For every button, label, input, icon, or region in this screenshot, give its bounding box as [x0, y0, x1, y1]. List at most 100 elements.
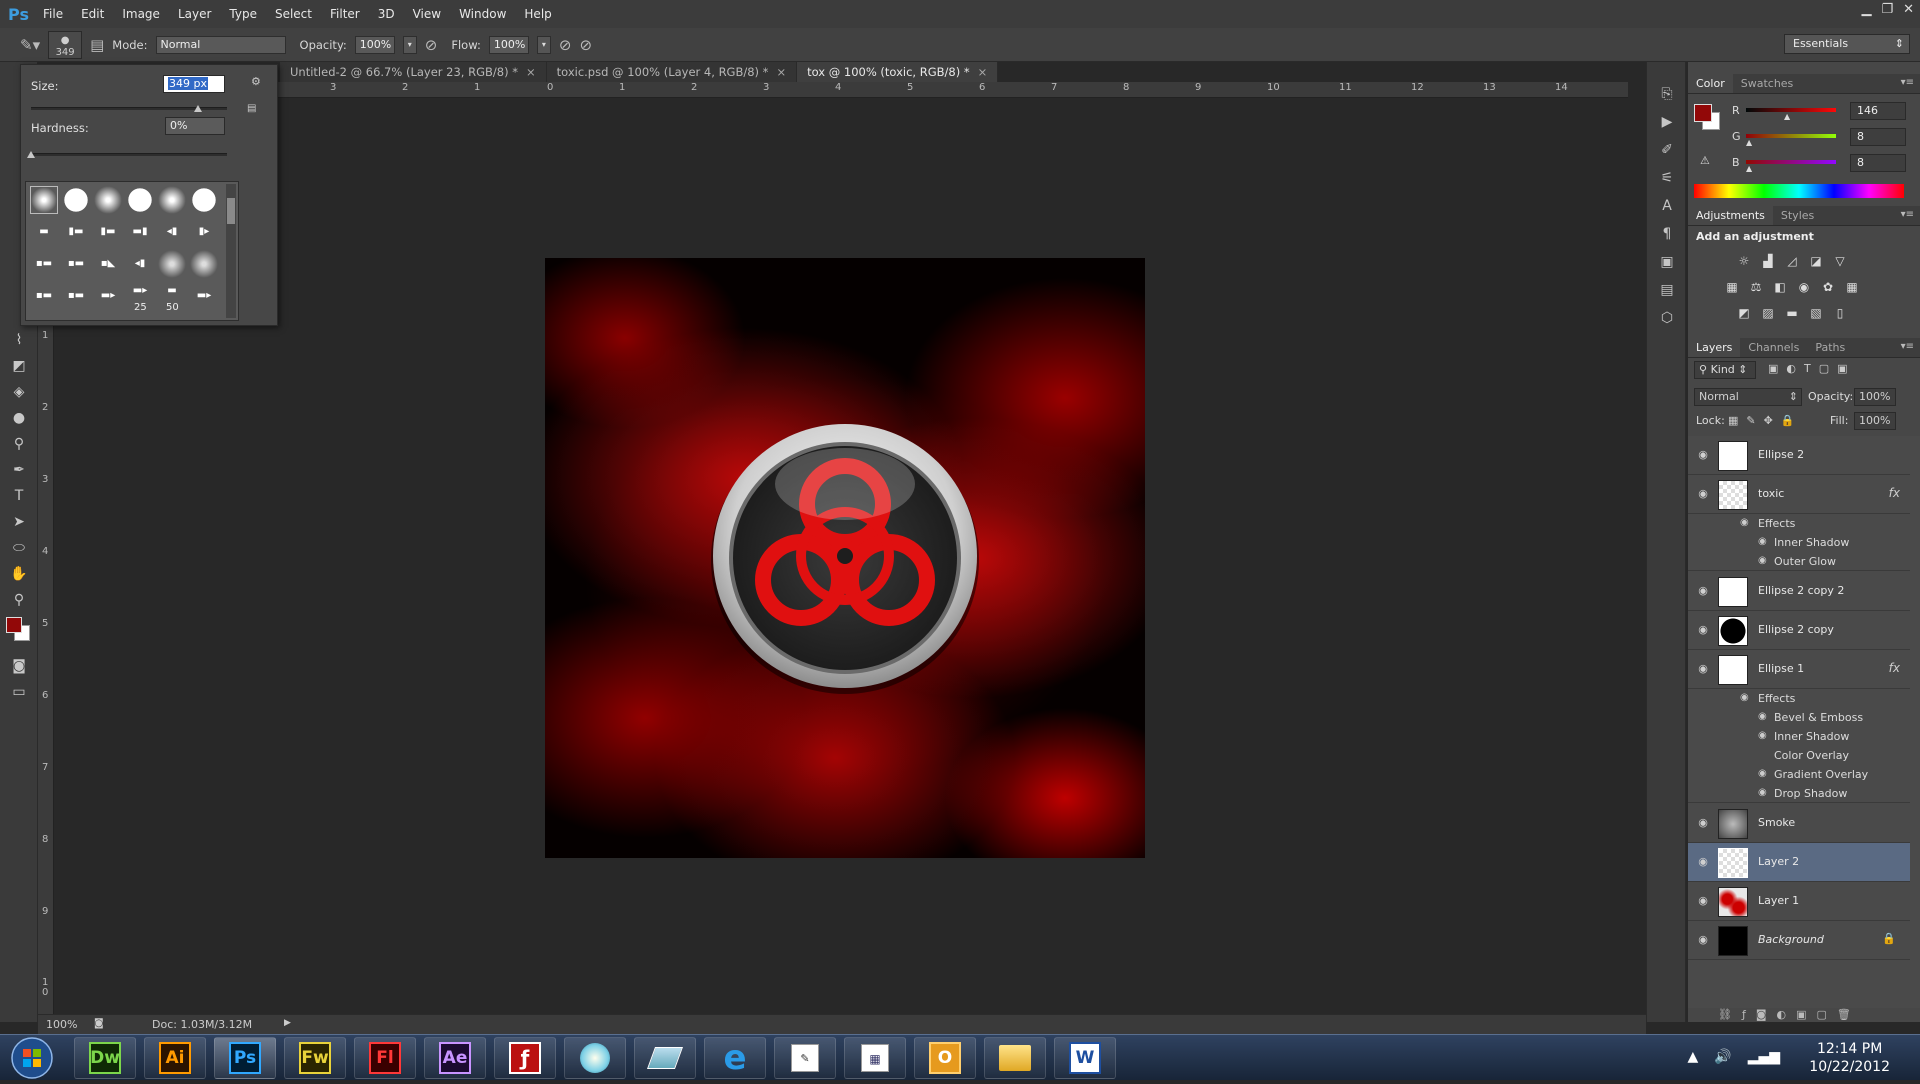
volume-icon[interactable]: 🔊: [1714, 1049, 1731, 1065]
pressure-opacity-icon[interactable]: ⊘: [425, 36, 438, 54]
flow-dropdown-icon[interactable]: ▾: [536, 35, 551, 54]
levels-icon[interactable]: ▟: [1760, 254, 1776, 268]
tab-toxic-psd[interactable]: toxic.psd @ 100% (Layer 4, RGB/8) * ×: [546, 62, 798, 82]
zoom-level[interactable]: 100%: [46, 1018, 77, 1031]
effect-row[interactable]: ◉ Outer Glow: [1688, 552, 1910, 571]
foreground-swatch[interactable]: [1694, 104, 1712, 122]
layer-row[interactable]: ◉ Ellipse 2 copy 2: [1688, 572, 1910, 611]
opacity-input[interactable]: 100%: [354, 35, 395, 54]
hardness-slider[interactable]: [31, 153, 227, 156]
zoom-icon[interactable]: ⚲: [0, 587, 38, 613]
visibility-eye-icon[interactable]: ◉: [1758, 787, 1767, 798]
flat-brush[interactable]: ◂▮: [126, 250, 154, 278]
close-icon[interactable]: ✕: [1903, 2, 1914, 17]
soft-round-brush[interactable]: [94, 186, 122, 214]
taskbar-dreamweaver[interactable]: Dw: [74, 1037, 136, 1079]
visibility-eye-icon[interactable]: ◉: [1696, 584, 1710, 598]
menu-view[interactable]: View: [404, 0, 450, 28]
layer-row[interactable]: ◉ Layer 2: [1688, 843, 1910, 882]
layer-row[interactable]: ◉ Layer 1: [1688, 882, 1910, 921]
tab-color[interactable]: Color: [1688, 74, 1733, 93]
layer-row[interactable]: ◉ Smoke: [1688, 804, 1910, 843]
texture-brush[interactable]: ▬▸: [190, 282, 218, 310]
taskbar-filezilla[interactable]: ƒ: [494, 1037, 556, 1079]
blue-value[interactable]: 8: [1850, 154, 1906, 172]
soft-round-brush[interactable]: [30, 186, 58, 214]
path-selection-icon[interactable]: ➤: [0, 509, 38, 535]
layer-comps-icon[interactable]: ▣: [1647, 248, 1687, 276]
menu-edit[interactable]: Edit: [72, 0, 113, 28]
visibility-eye-icon[interactable]: ◉: [1740, 517, 1749, 528]
blur-icon[interactable]: ●: [0, 405, 38, 431]
taskbar-outlook[interactable]: O: [914, 1037, 976, 1079]
visibility-eye-icon[interactable]: ◉: [1740, 692, 1749, 703]
close-icon[interactable]: ×: [776, 65, 786, 79]
color-spectrum-ramp[interactable]: [1694, 184, 1904, 198]
tab-untitled-2[interactable]: Untitled-2 @ 66.7% (Layer 23, RGB/8) * ×: [280, 62, 547, 82]
panel-menu-icon[interactable]: ▾≡: [1901, 77, 1914, 88]
visibility-eye-icon[interactable]: ◉: [1696, 487, 1710, 501]
taskbar-calendar[interactable]: ▦: [844, 1037, 906, 1079]
hardness-slider-knob[interactable]: [27, 151, 35, 158]
calligraphic-brush[interactable]: ▬▮: [126, 218, 154, 246]
threshold-icon[interactable]: ▬: [1784, 306, 1800, 320]
visibility-eye-icon[interactable]: ◉: [1696, 855, 1710, 869]
paragraph-icon[interactable]: ¶: [1647, 220, 1687, 248]
layer-row[interactable]: ◉ Ellipse 1 fx: [1688, 650, 1910, 689]
effect-row[interactable]: ◉ Inner Shadow: [1688, 727, 1910, 746]
opacity-dropdown-icon[interactable]: ▾: [402, 35, 417, 54]
layer-row[interactable]: ◉ toxic fx: [1688, 475, 1910, 514]
visibility-eye-icon[interactable]: ◉: [1696, 933, 1710, 947]
system-clock[interactable]: 12:14 PM 10/22/2012: [1809, 1040, 1890, 1076]
menu-select[interactable]: Select: [266, 0, 321, 28]
pen-icon[interactable]: ✒: [0, 457, 38, 483]
calligraphic-brush[interactable]: ▮▬: [62, 218, 90, 246]
soft-round-brush[interactable]: [158, 186, 186, 214]
menu-image[interactable]: Image: [113, 0, 169, 28]
taskbar-illustrator[interactable]: Ai: [144, 1037, 206, 1079]
calligraphic-brush[interactable]: ▮▬: [94, 218, 122, 246]
brush-size-picker[interactable]: ● 349: [48, 30, 83, 59]
filter-kind-select[interactable]: ⚲ Kind ⇕: [1694, 361, 1756, 379]
3d-icon[interactable]: ⬡: [1647, 304, 1687, 332]
fx-icon[interactable]: fx: [1889, 486, 1900, 500]
soft-round-brush[interactable]: [158, 250, 186, 278]
new-preset-icon[interactable]: ▤: [247, 103, 256, 114]
menu-type[interactable]: Type: [220, 0, 266, 28]
taskbar-editor[interactable]: ✎: [774, 1037, 836, 1079]
brush-panel-toggle-icon[interactable]: ▤: [90, 36, 104, 54]
menu-help[interactable]: Help: [515, 0, 560, 28]
hard-round-brush[interactable]: [190, 186, 218, 214]
network-icon[interactable]: ▂▄▆: [1748, 1049, 1780, 1065]
panel-menu-icon[interactable]: ▾≡: [1901, 341, 1914, 352]
taskbar-chat[interactable]: [564, 1037, 626, 1079]
status-info-icon[interactable]: ◙: [94, 1018, 104, 1029]
workspace-select[interactable]: Essentials ⇕: [1784, 34, 1910, 54]
taskbar-fireworks[interactable]: Fw: [284, 1037, 346, 1079]
layer-opacity-input[interactable]: 100%: [1854, 388, 1896, 406]
taskbar-after-effects[interactable]: Ae: [424, 1037, 486, 1079]
exposure-icon[interactable]: ◪: [1808, 254, 1824, 268]
taskbar-eraser-app[interactable]: [634, 1037, 696, 1079]
ellipse-tool-icon[interactable]: ⬭: [0, 535, 38, 561]
effect-row[interactable]: Color Overlay: [1688, 746, 1910, 765]
close-icon[interactable]: ×: [526, 65, 536, 79]
menu-layer[interactable]: Layer: [169, 0, 220, 28]
taskbar-explorer[interactable]: [984, 1037, 1046, 1079]
hand-icon[interactable]: ✋: [0, 561, 38, 587]
flow-input[interactable]: 100%: [488, 35, 529, 54]
flat-brush[interactable]: ▪▬: [30, 250, 58, 278]
tab-layers[interactable]: Layers: [1688, 338, 1741, 357]
black-white-icon[interactable]: ◧: [1772, 280, 1788, 294]
brush-panel-icon[interactable]: ✐: [1647, 136, 1687, 164]
size-input[interactable]: 349 px: [163, 75, 225, 93]
blend-mode-select[interactable]: Normal ⇕: [1694, 388, 1802, 406]
screen-mode-icon[interactable]: ▭: [0, 679, 38, 705]
tab-adjustments[interactable]: Adjustments: [1688, 206, 1773, 225]
size-slider-knob[interactable]: [193, 105, 202, 112]
invert-icon[interactable]: ◩: [1736, 306, 1752, 320]
taskbar-flash[interactable]: Fl: [354, 1037, 416, 1079]
menu-filter[interactable]: Filter: [321, 0, 369, 28]
color-balance-icon[interactable]: ⚖: [1748, 280, 1764, 294]
effect-row[interactable]: ◉ Bevel & Emboss: [1688, 708, 1910, 727]
